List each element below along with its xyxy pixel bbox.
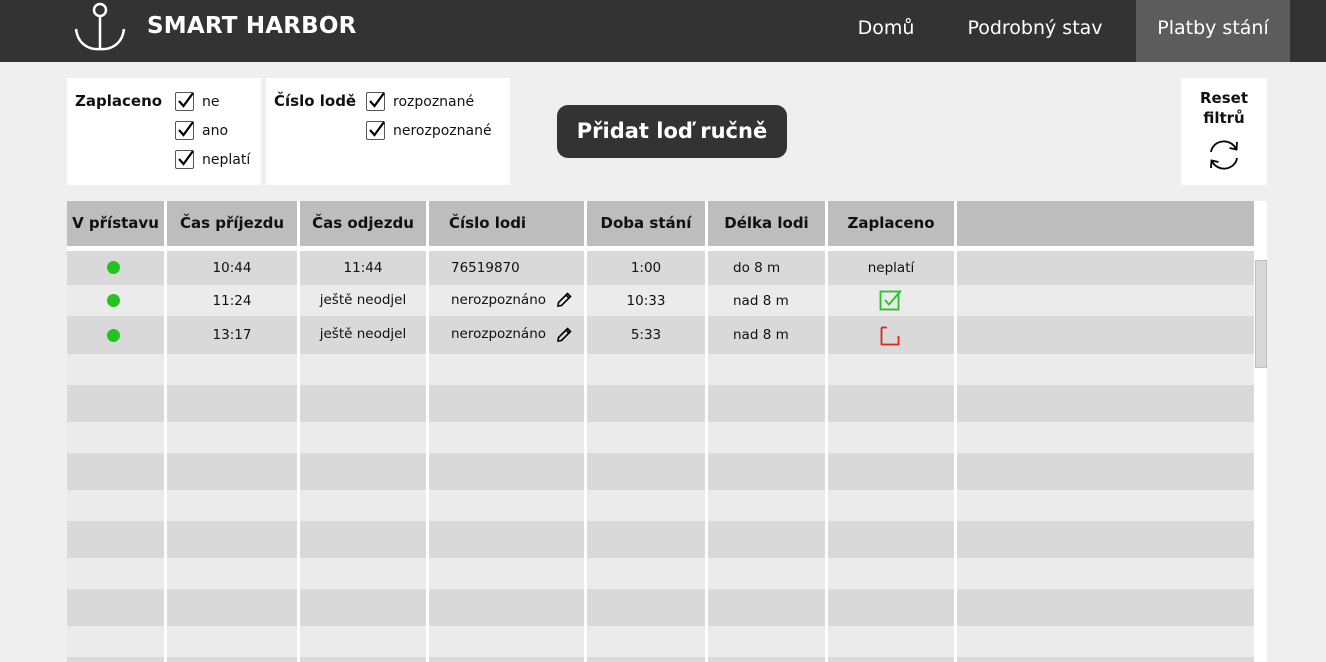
filter-paid-option-yes[interactable]: ano (175, 121, 228, 140)
mooring-duration: 10:33 (626, 293, 666, 309)
column-header-arrival[interactable]: Čas příjezdu (167, 201, 297, 246)
ship-number: nerozpoznáno (451, 326, 547, 342)
checkbox-label: ano (202, 122, 229, 139)
ship-number: 76519870 (451, 260, 520, 276)
filter-ship-option-unrecognized[interactable]: nerozpoznané (366, 121, 492, 140)
table-row-band (67, 490, 1254, 521)
table-row-band (67, 354, 1254, 385)
mooring-duration: 1:00 (630, 260, 662, 276)
filter-ship-option-recognized[interactable]: rozpoznané (366, 92, 474, 111)
mooring-duration: 5:33 (630, 327, 662, 343)
edit-pencil-icon[interactable] (555, 291, 573, 309)
reset-label-line1: Reset (1200, 89, 1248, 107)
departure-time: 11:44 (343, 260, 383, 276)
table-row-band (67, 521, 1254, 558)
departure-time: ještě neodjel (319, 292, 407, 308)
nav-payments[interactable]: Platby stání (1136, 0, 1290, 62)
checkbox-checked[interactable] (366, 121, 385, 140)
checkbox-label: ne (202, 93, 220, 110)
checkbox-label: rozpoznané (393, 93, 475, 110)
brand-name: SMART HARBOR (147, 13, 357, 39)
table-row-band (67, 626, 1254, 657)
checkbox-checked[interactable] (175, 121, 194, 140)
top-navbar: SMART HARBOR Domů Podrobný stav Platby s… (0, 0, 1326, 62)
table-row-band (67, 385, 1254, 422)
arrival-time: 11:24 (212, 293, 252, 309)
ship-length: nad 8 m (733, 327, 789, 343)
table-scrollbar-thumb[interactable] (1255, 260, 1267, 368)
checkbox-checked[interactable] (366, 92, 385, 111)
column-header-duration[interactable]: Doba stání (587, 201, 705, 246)
filter-paid-panel: Zaplaceno ne ano neplatí (67, 78, 261, 185)
checkbox-checked[interactable] (175, 92, 194, 111)
checkbox-label: nerozpoznané (393, 122, 492, 139)
paid-unchecked-icon[interactable] (879, 325, 903, 347)
filter-ship-number-title: Číslo lodě (274, 92, 357, 110)
filter-paid-option-exempt[interactable]: neplatí (175, 150, 250, 169)
table-row-band (67, 422, 1254, 453)
reset-filters-button[interactable]: Reset filtrů (1181, 78, 1267, 185)
ship-length: do 8 m (733, 260, 781, 276)
in-harbor-status-dot (107, 294, 120, 307)
header-divider (67, 246, 1254, 251)
column-divider (426, 201, 429, 662)
arrival-time: 13:17 (212, 327, 252, 343)
add-ship-manually-button[interactable]: Přidat loď ručně (557, 105, 787, 158)
table-row-band (67, 558, 1254, 589)
column-header-departure[interactable]: Čas odjezdu (300, 201, 426, 246)
ship-number: nerozpoznáno (451, 292, 547, 308)
column-divider (705, 201, 708, 662)
table-row-band (67, 589, 1254, 626)
nav-home[interactable]: Domů (842, 0, 930, 62)
refresh-icon (1210, 140, 1238, 170)
anchor-icon (74, 2, 126, 51)
filter-ship-number-panel: Číslo lodě rozpoznané nerozpoznané (266, 78, 510, 185)
checkbox-checked[interactable] (175, 150, 194, 169)
ship-length: nad 8 m (733, 293, 789, 309)
departure-time: ještě neodjel (319, 326, 407, 342)
paid-status-text: neplatí (867, 260, 915, 276)
edit-pencil-icon[interactable] (555, 326, 573, 344)
column-header-empty (957, 201, 1254, 246)
filter-paid-option-no[interactable]: ne (175, 92, 220, 111)
in-harbor-status-dot (107, 329, 120, 342)
paid-checked-icon[interactable] (879, 289, 903, 311)
table-row-band (67, 657, 1254, 662)
filter-paid-title: Zaplaceno (75, 92, 163, 110)
column-divider (954, 201, 957, 662)
nav-detailed-status[interactable]: Podrobný stav (952, 0, 1118, 62)
column-header-ship-number[interactable]: Číslo lodi (429, 201, 584, 246)
column-header-length[interactable]: Délka lodi (708, 201, 825, 246)
checkbox-label: neplatí (202, 151, 251, 168)
payments-table: V přístavu Čas příjezdu Čas odjezdu Čísl… (67, 201, 1267, 662)
reset-filters-label: Reset filtrů (1181, 88, 1267, 128)
column-header-paid[interactable]: Zaplaceno (828, 201, 954, 246)
table-row-band (67, 453, 1254, 490)
reset-label-line2: filtrů (1203, 109, 1245, 127)
arrival-time: 10:44 (212, 260, 252, 276)
column-header-in-harbor[interactable]: V přístavu (67, 201, 164, 246)
in-harbor-status-dot (107, 261, 120, 274)
